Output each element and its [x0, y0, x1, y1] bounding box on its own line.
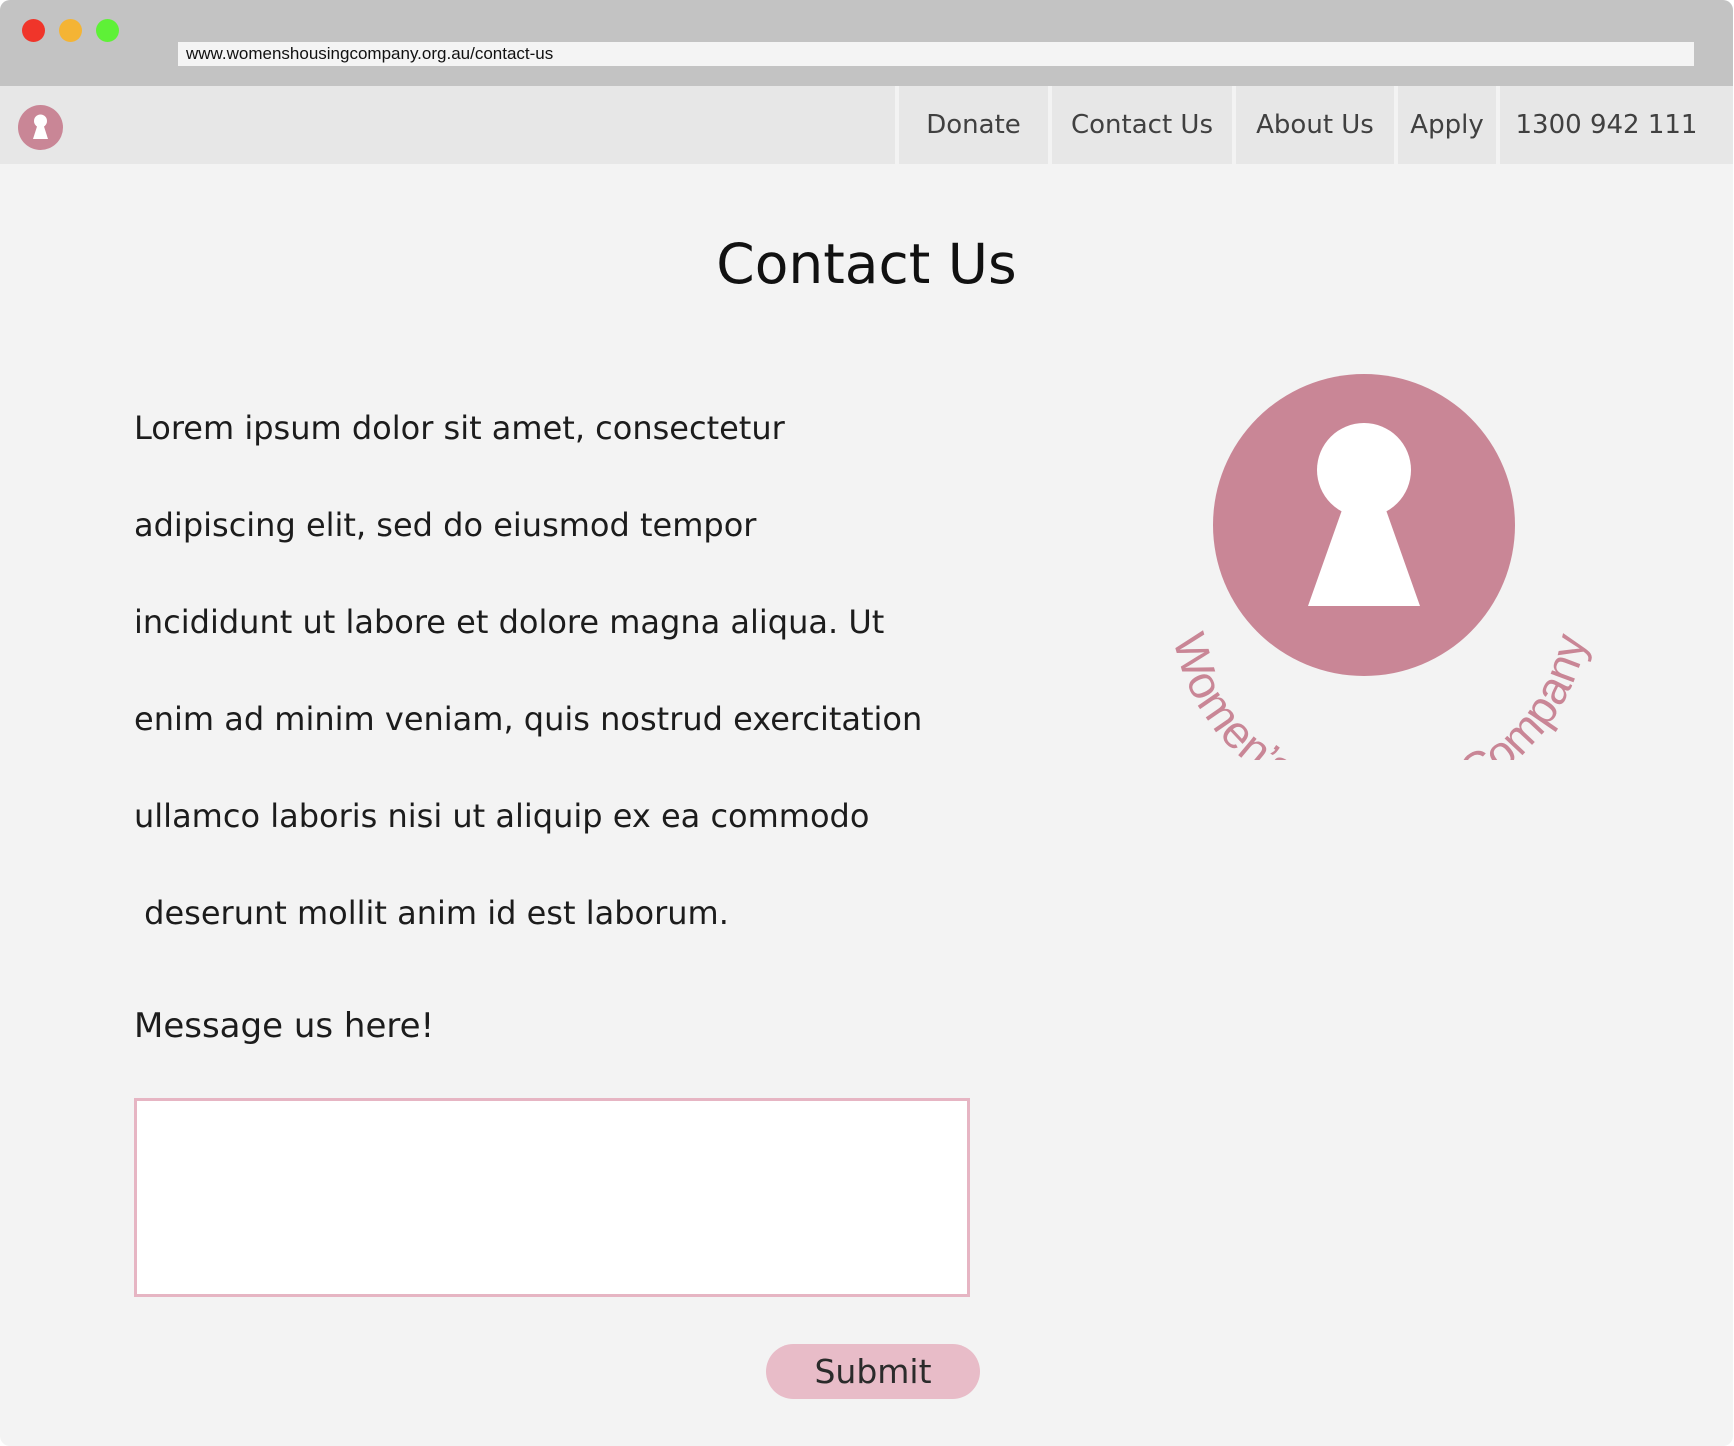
maximize-window-button[interactable]: [96, 19, 119, 42]
keyhole-head-shape: [1317, 423, 1411, 517]
browser-titlebar: www.womenshousingcompany.org.au/contact-…: [0, 0, 1733, 86]
brand-logo: Women’s Housing Company: [1163, 374, 1596, 760]
intro-line: deserunt mollit anim id est laborum.: [134, 894, 729, 932]
nav-about-us[interactable]: About Us: [1236, 86, 1394, 164]
message-label: Message us here!: [134, 1006, 435, 1046]
nav-phone-number[interactable]: 1300 942 111: [1500, 86, 1713, 164]
browser-window: www.womenshousingcompany.org.au/contact-…: [0, 0, 1733, 1446]
intro-paragraph: Lorem ipsum dolor sit amet, consectetur …: [134, 380, 954, 962]
intro-line: Lorem ipsum dolor sit amet, consectetur: [134, 409, 785, 447]
nav-menu: Donate Contact Us About Us Apply 1300 94…: [0, 86, 1733, 164]
minimize-window-button[interactable]: [59, 19, 82, 42]
page-title: Contact Us: [716, 232, 1017, 296]
intro-line: adipiscing elit, sed do eiusmod tempor: [134, 506, 757, 544]
message-textarea[interactable]: [134, 1098, 970, 1297]
intro-line: ullamco laboris nisi ut aliquip ex ea co…: [134, 797, 870, 835]
address-bar[interactable]: www.womenshousingcompany.org.au/contact-…: [178, 42, 1694, 66]
site-navbar: Donate Contact Us About Us Apply 1300 94…: [0, 86, 1733, 164]
close-window-button[interactable]: [22, 19, 45, 42]
nav-donate[interactable]: Donate: [899, 86, 1048, 164]
nav-contact-us[interactable]: Contact Us: [1052, 86, 1232, 164]
intro-line: enim ad minim veniam, quis nostrud exerc…: [134, 700, 923, 738]
submit-button[interactable]: Submit: [766, 1344, 980, 1399]
nav-apply[interactable]: Apply: [1398, 86, 1496, 164]
intro-line: incididunt ut labore et dolore magna ali…: [134, 603, 885, 641]
